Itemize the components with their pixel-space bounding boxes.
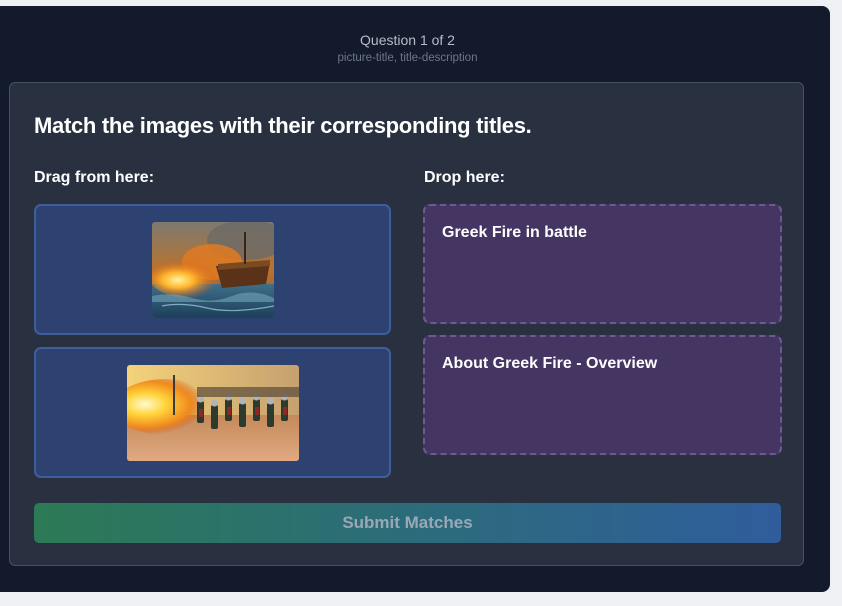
drop-zone-about-greek-fire[interactable]: About Greek Fire - Overview [423,335,782,455]
drop-column-label: Drop here: [424,169,505,186]
question-header: Question 1 of 2 picture-title, title-des… [0,32,815,65]
flamethrower-army-image [126,364,299,461]
question-counter: Question 1 of 2 [360,32,455,48]
question-type: picture-title, title-description [337,52,478,64]
question-title: Match the images with their correspondin… [34,113,532,138]
drag-item-flamethrower-army[interactable] [34,347,391,478]
drag-item-greek-fire-ship[interactable] [34,204,391,335]
drop-zone-label: About Greek Fire - Overview [442,355,658,372]
submit-matches-button[interactable]: Submit Matches [34,503,781,543]
drop-zone-greek-fire-in-battle[interactable]: Greek Fire in battle [423,204,782,324]
drag-column-label: Drag from here: [34,169,155,186]
quiz-app: Question 1 of 2 picture-title, title-des… [0,6,830,592]
drop-zone-label: Greek Fire in battle [442,224,587,241]
greek-fire-ship-image [151,221,274,318]
matching-card: Match the images with their correspondin… [9,82,804,566]
